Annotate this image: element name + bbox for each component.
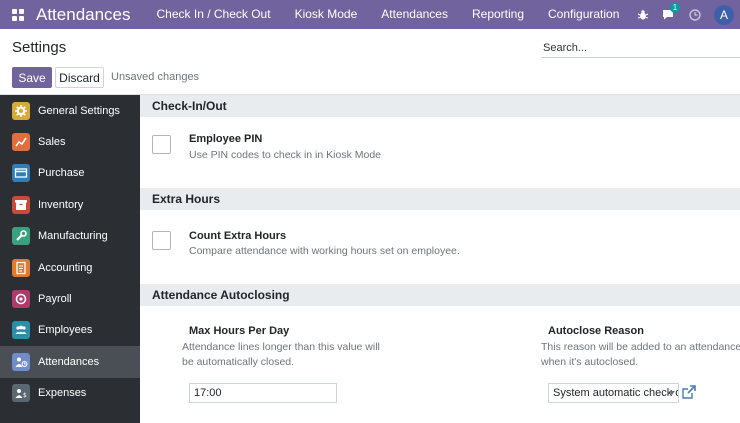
- search-input[interactable]: [541, 38, 740, 58]
- top-navbar: Attendances Check In / Check Out Kiosk M…: [0, 0, 740, 29]
- sidebar-item-sales[interactable]: Sales: [0, 126, 140, 157]
- sidebar-item-label: Payroll: [38, 293, 72, 306]
- autoclose-reason-value: System automatic check out: [553, 387, 679, 399]
- autoclose-reason-description-line-2: when it's autoclosed.: [541, 356, 639, 368]
- sidebar-item-expenses[interactable]: $ Expenses: [0, 378, 140, 409]
- activity-clock-icon[interactable]: [682, 0, 708, 29]
- person-clock-icon: [12, 352, 30, 371]
- count-extra-hours-title: Count Extra Hours: [189, 230, 287, 242]
- sidebar-item-purchase[interactable]: Purchase: [0, 158, 140, 189]
- app-title[interactable]: Attendances: [36, 5, 145, 25]
- people-icon: [12, 321, 30, 340]
- employee-pin-checkbox[interactable]: [152, 135, 171, 154]
- receipt-icon: $: [12, 384, 30, 403]
- settings-content: Check-In/Out Employee PIN Use PIN codes …: [140, 95, 740, 423]
- menu-reporting[interactable]: Reporting: [460, 0, 536, 29]
- svg-text:$: $: [23, 392, 27, 399]
- autoclose-reason-title: Autoclose Reason: [548, 325, 644, 337]
- sidebar-item-label: General Settings: [38, 104, 120, 117]
- max-hours-description-line-2: be automatically closed.: [182, 356, 295, 368]
- sidebar-item-manufacturing[interactable]: Manufacturing: [0, 221, 140, 252]
- sidebar-item-label: Manufacturing: [38, 230, 108, 243]
- messages-icon[interactable]: 1: [656, 0, 682, 29]
- chart-icon: [12, 133, 30, 152]
- sidebar-item-inventory[interactable]: Inventory: [0, 189, 140, 220]
- sidebar-item-payroll[interactable]: Payroll: [0, 283, 140, 314]
- breadcrumb: Settings: [12, 39, 67, 56]
- sidebar-item-label: Sales: [38, 136, 66, 149]
- wrench-icon: [12, 227, 30, 246]
- section-title-check-in-out: Check-In/Out: [140, 95, 740, 117]
- sidebar-item-attendances[interactable]: Attendances: [0, 346, 140, 378]
- employee-pin-description: Use PIN codes to check in in Kiosk Mode: [189, 149, 382, 161]
- sidebar-item-label: Expenses: [38, 387, 87, 400]
- menu-configuration[interactable]: Configuration: [536, 0, 631, 29]
- autoclose-reason-select[interactable]: System automatic check out: [548, 383, 679, 403]
- menu-check-in-out[interactable]: Check In / Check Out: [145, 0, 283, 29]
- autoclose-reason-description-line-1: This reason will be added to an attendan…: [541, 341, 740, 353]
- discard-button[interactable]: Discard: [55, 67, 104, 88]
- external-link-icon[interactable]: [681, 384, 697, 400]
- messages-badge: 1: [670, 3, 680, 13]
- count-extra-hours-description: Compare attendance with working hours se…: [189, 245, 460, 257]
- sidebar-item-label: Accounting: [38, 261, 93, 274]
- menu-attendances[interactable]: Attendances: [369, 0, 460, 29]
- sidebar-item-accounting[interactable]: Accounting: [0, 252, 140, 283]
- settings-sidebar: General Settings Sales Purchase Inventor…: [0, 95, 140, 423]
- sidebar-item-label: Attendances: [38, 355, 100, 368]
- coin-icon: [12, 290, 30, 309]
- section-title-attendance-autoclosing: Attendance Autoclosing: [140, 284, 740, 306]
- box-icon: [12, 195, 30, 214]
- unsaved-status: Unsaved changes: [111, 71, 200, 83]
- save-button[interactable]: Save: [12, 67, 52, 88]
- section-title-extra-hours: Extra Hours: [140, 188, 740, 210]
- document-icon: [12, 258, 30, 277]
- gear-icon: [12, 101, 30, 120]
- card-icon: [12, 164, 30, 183]
- control-panel: Settings Save Discard Unsaved changes: [0, 29, 740, 95]
- sidebar-item-general-settings[interactable]: General Settings: [0, 95, 140, 126]
- chevron-down-icon: [669, 391, 675, 395]
- sidebar-item-label: Employees: [38, 324, 93, 337]
- apps-menu-icon[interactable]: [0, 0, 36, 29]
- menu-kiosk-mode[interactable]: Kiosk Mode: [283, 0, 370, 29]
- max-hours-description-line-1: Attendance lines longer than this value …: [182, 341, 380, 353]
- sidebar-item-label: Purchase: [38, 167, 85, 180]
- sidebar-item-label: Inventory: [38, 198, 84, 211]
- user-avatar[interactable]: A: [714, 4, 734, 25]
- count-extra-hours-checkbox[interactable]: [152, 231, 171, 250]
- sidebar-item-employees[interactable]: Employees: [0, 315, 140, 346]
- max-hours-title: Max Hours Per Day: [189, 325, 290, 337]
- bug-icon[interactable]: [630, 0, 656, 29]
- employee-pin-title: Employee PIN: [189, 133, 263, 145]
- max-hours-input[interactable]: 17:00: [189, 383, 337, 403]
- main-menu: Check In / Check Out Kiosk Mode Attendan…: [145, 0, 632, 29]
